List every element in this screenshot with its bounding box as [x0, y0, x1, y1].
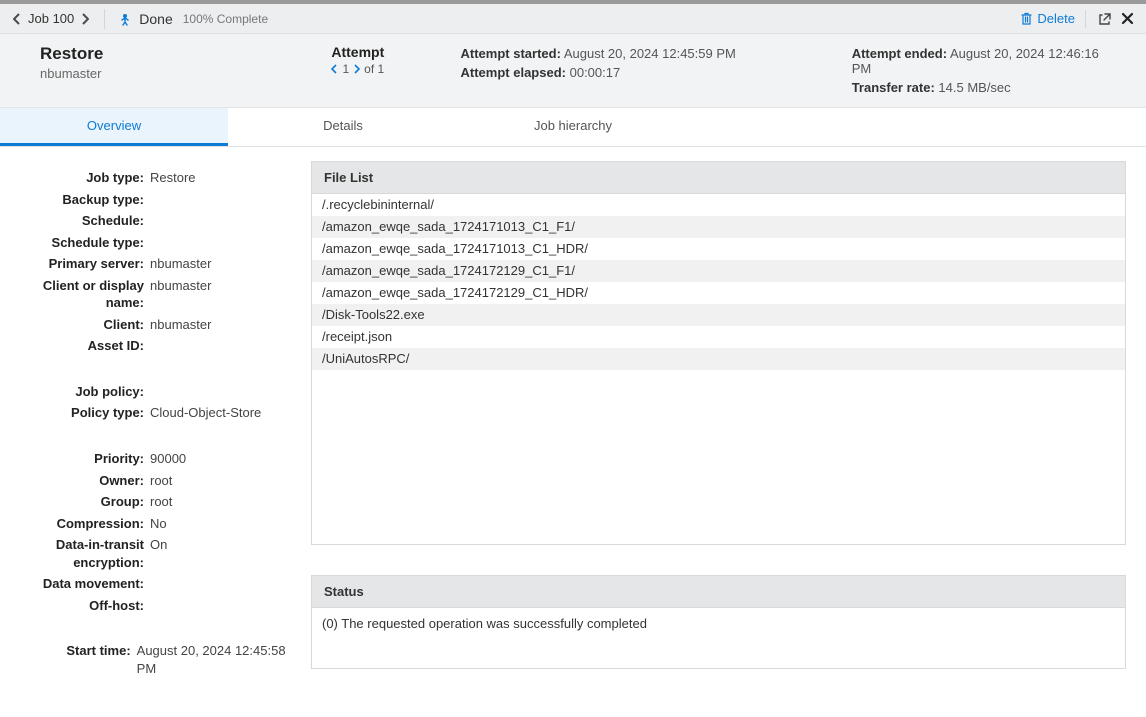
- file-row: /receipt.json: [312, 326, 1125, 348]
- detail-value: nbumaster: [150, 316, 211, 334]
- tabs: Overview Details Job hierarchy: [0, 108, 1146, 147]
- next-attempt-button[interactable]: [353, 64, 360, 74]
- detail-value: Cloud-Object-Store: [150, 404, 261, 422]
- detail-label: Schedule type:: [14, 234, 150, 252]
- attempt-started-row: Attempt started: August 20, 2024 12:45:5…: [461, 46, 852, 61]
- attempt-pager: 1 of 1: [331, 62, 384, 76]
- detail-label: Compression:: [14, 515, 150, 533]
- file-list-body: /.recyclebininternal/ /amazon_ewqe_sada_…: [312, 194, 1125, 544]
- detail-label: Backup type:: [14, 191, 150, 209]
- tab-job-hierarchy[interactable]: Job hierarchy: [458, 108, 688, 146]
- summary-header: Restore nbumaster Attempt 1 of 1 Attempt…: [0, 34, 1146, 108]
- page-subtitle: nbumaster: [40, 66, 255, 81]
- detail-label: Policy type:: [14, 404, 150, 422]
- file-row: /amazon_ewqe_sada_1724171013_C1_HDR/: [312, 238, 1125, 260]
- delete-button[interactable]: Delete: [1020, 11, 1075, 26]
- attempt-started-label: Attempt started:: [461, 46, 561, 61]
- detail-label: Data-in-transit encryption:: [14, 536, 150, 571]
- status-panel: Status (0) The requested operation was s…: [311, 575, 1126, 669]
- file-row: /UniAutosRPC/: [312, 348, 1125, 370]
- detail-value: root: [150, 493, 172, 511]
- attempt-current: 1: [342, 62, 349, 76]
- file-row: /amazon_ewqe_sada_1724171013_C1_F1/: [312, 216, 1125, 238]
- transfer-rate-value: 14.5 MB/sec: [938, 80, 1010, 95]
- panels-column: File List /.recyclebininternal/ /amazon_…: [305, 147, 1146, 717]
- detail-label: Owner:: [14, 472, 150, 490]
- attempt-of: of 1: [364, 62, 384, 76]
- detail-label: Start time:: [14, 642, 137, 677]
- overview-body: Job type:Restore Backup type: Schedule: …: [0, 147, 1146, 717]
- detail-label: Job type:: [14, 169, 150, 187]
- tab-overview[interactable]: Overview: [0, 108, 228, 146]
- attempt-started-value: August 20, 2024 12:45:59 PM: [564, 46, 736, 61]
- trash-icon: [1020, 12, 1033, 26]
- tab-details[interactable]: Details: [228, 108, 458, 146]
- close-button[interactable]: [1118, 10, 1136, 28]
- topbar-left: Job 100 Done 100% Complete: [10, 9, 268, 29]
- attempt-label: Attempt: [331, 44, 384, 60]
- file-row: /Disk-Tools22.exe: [312, 304, 1125, 326]
- detail-value: Restore: [150, 169, 196, 187]
- prev-job-button[interactable]: [10, 10, 24, 28]
- delete-label: Delete: [1037, 11, 1075, 26]
- file-list-panel: File List /.recyclebininternal/ /amazon_…: [311, 161, 1126, 545]
- attempt-elapsed-label: Attempt elapsed:: [461, 65, 566, 80]
- detail-label: Priority:: [14, 450, 150, 468]
- detail-label: Client or display name:: [14, 277, 150, 312]
- job-status-label: Done: [139, 11, 172, 27]
- next-job-button[interactable]: [78, 10, 92, 28]
- prev-attempt-button[interactable]: [331, 64, 338, 74]
- file-row: /amazon_ewqe_sada_1724172129_C1_F1/: [312, 260, 1125, 282]
- topbar: Job 100 Done 100% Complete Delete: [0, 4, 1146, 34]
- status-header: Status: [312, 576, 1125, 608]
- file-row: /amazon_ewqe_sada_1724172129_C1_HDR/: [312, 282, 1125, 304]
- transfer-rate-label: Transfer rate:: [852, 80, 935, 95]
- detail-label: Group:: [14, 493, 150, 511]
- detail-label: Primary server:: [14, 255, 150, 273]
- file-list-header: File List: [312, 162, 1125, 194]
- detail-value: 90000: [150, 450, 186, 468]
- job-id-label: Job 100: [26, 11, 76, 26]
- job-progress-label: 100% Complete: [183, 12, 268, 26]
- page-title: Restore: [40, 44, 255, 64]
- detail-label: Asset ID:: [14, 337, 150, 355]
- attempt-ended-row: Attempt ended: August 20, 2024 12:46:16 …: [852, 46, 1116, 76]
- detail-label: Data movement:: [14, 575, 150, 593]
- vertical-divider: [1085, 10, 1086, 28]
- detail-value: August 20, 2024 12:45:58 PM: [137, 642, 291, 677]
- open-external-button[interactable]: [1096, 10, 1114, 28]
- detail-value: root: [150, 472, 172, 490]
- done-icon: [117, 11, 133, 27]
- detail-value: nbumaster: [150, 277, 211, 312]
- detail-label: Off-host:: [14, 597, 150, 615]
- transfer-rate-row: Transfer rate: 14.5 MB/sec: [852, 80, 1116, 95]
- detail-value: On: [150, 536, 167, 571]
- detail-label: Schedule:: [14, 212, 150, 230]
- attempt-elapsed-row: Attempt elapsed: 00:00:17: [461, 65, 852, 80]
- detail-label: Job policy:: [14, 383, 150, 401]
- file-row: /.recyclebininternal/: [312, 194, 1125, 216]
- topbar-right: Delete: [1020, 10, 1136, 28]
- detail-value: No: [150, 515, 167, 533]
- detail-label: Client:: [14, 316, 150, 334]
- details-column: Job type:Restore Backup type: Schedule: …: [0, 147, 305, 717]
- detail-value: nbumaster: [150, 255, 211, 273]
- attempt-ended-label: Attempt ended:: [852, 46, 947, 61]
- status-message: (0) The requested operation was successf…: [312, 608, 1125, 668]
- attempt-elapsed-value: 00:00:17: [570, 65, 621, 80]
- vertical-divider: [104, 9, 105, 29]
